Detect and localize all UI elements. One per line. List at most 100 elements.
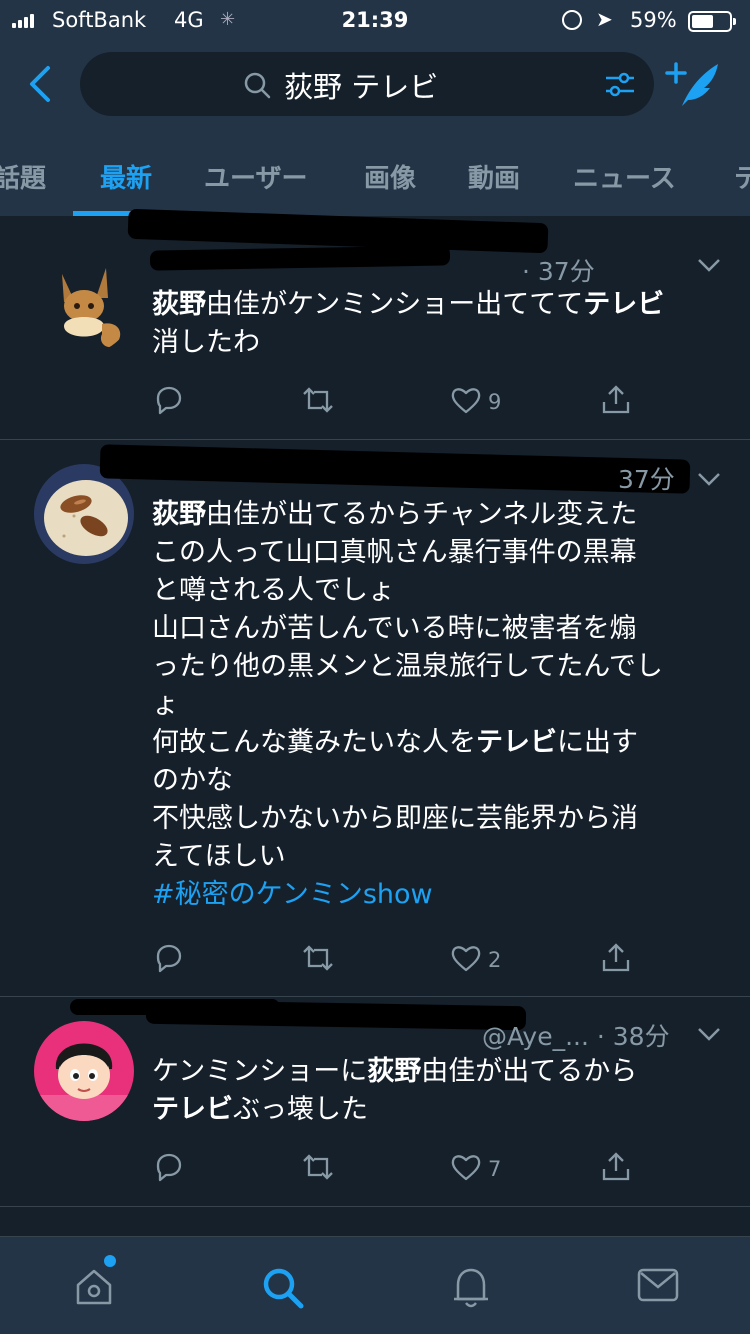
top-bar: SoftBank 4G ✳ 21:39 ➤ 59% 荻野 テレビ 話題 最新 ユ… [0, 0, 750, 216]
tab-more[interactable]: テ [734, 158, 750, 195]
search-icon [242, 70, 272, 104]
tweet-time: · 37分 [522, 257, 595, 286]
like-button[interactable]: 2 [450, 942, 501, 978]
highlighted-keyword: テレビ [476, 727, 557, 758]
tweet-line: #秘密のケンミンshow [152, 876, 727, 914]
search-icon[interactable] [260, 1265, 306, 1315]
filter-icon[interactable] [604, 70, 636, 104]
reply-icon [152, 384, 184, 420]
share-icon [600, 1151, 632, 1187]
tweet-text: 荻野由佳がケンミンショー出てててテレビ 消したわ [152, 286, 727, 362]
reply-icon [152, 1151, 184, 1187]
tweet-line: と噂される人でしょ [152, 572, 727, 610]
tweet-line: 消したわ [152, 324, 727, 362]
tweet-line: のかな [152, 762, 727, 800]
home-icon[interactable] [72, 1265, 116, 1313]
highlighted-keyword: 荻野 [152, 289, 206, 320]
tweet-text-segment: 消したわ [152, 327, 260, 358]
highlighted-keyword: 荻野 [367, 1056, 422, 1087]
location-icon: ➤ [596, 7, 613, 31]
retweet-button[interactable] [300, 384, 336, 420]
share-icon [600, 384, 632, 420]
tweet-line: 何故こんな糞みたいな人をテレビに出す [152, 724, 727, 762]
retweet-icon [300, 942, 336, 978]
tab-news[interactable]: ニュース [573, 158, 676, 195]
tweet[interactable]: · 37分 荻野由佳がケンミンショー出てててテレビ 消したわ 9 [0, 208, 750, 440]
tweet-text: 荻野由佳が出てるからチャンネル変えた この人って山口真帆さん暴行事件の黒幕 と噂され… [152, 496, 727, 914]
tweet-text-segment: のかな [152, 765, 233, 796]
redacted-name [99, 444, 691, 494]
tab-latest[interactable]: 最新 [100, 158, 152, 195]
like-button[interactable]: 7 [450, 1151, 501, 1187]
tweet-text-segment: に出す [557, 727, 638, 758]
reply-button[interactable] [152, 384, 184, 420]
tweet-text-segment: 由佳がケンミンショー出ててて [206, 289, 584, 320]
tweet-text-segment: 山口さんが苦しんでいる時に被害者を煽 [152, 613, 637, 644]
like-icon [450, 943, 482, 977]
share-button[interactable] [600, 1151, 632, 1187]
like-button[interactable]: 9 [450, 384, 501, 420]
like-count: 9 [488, 390, 502, 414]
tweet-line: 山口さんが苦しんでいる時に被害者を煽 [152, 610, 727, 648]
status-bar: SoftBank 4G ✳ 21:39 ➤ 59% [0, 0, 750, 44]
next-tweet-partial [0, 1206, 750, 1236]
share-icon [600, 942, 632, 978]
chevron-down-icon[interactable] [696, 1025, 722, 1047]
notifications-icon[interactable] [450, 1265, 492, 1315]
retweet-button[interactable] [300, 942, 336, 978]
highlighted-keyword: 荻野 [152, 499, 206, 530]
reply-icon [152, 942, 184, 978]
redacted-name [145, 999, 527, 1031]
tweet-actions: 2 [152, 942, 632, 982]
tweet-line: この人って山口真帆さん暴行事件の黒幕 [152, 534, 727, 572]
tweet-text-segment: 不快感しかないから即座に芸能界から消 [152, 803, 638, 834]
retweet-icon [300, 1151, 336, 1187]
reply-button[interactable] [152, 942, 184, 978]
messages-icon[interactable] [636, 1265, 680, 1309]
tweet-text-segment: と噂される人でしょ [152, 575, 395, 606]
rotation-lock-icon [562, 10, 582, 30]
like-icon [450, 1152, 482, 1186]
tweet-actions: 7 [152, 1151, 632, 1191]
redacted-handle [149, 245, 451, 271]
tweet-text-segment: えてほしい [152, 841, 286, 872]
tweet-actions: 9 [152, 384, 632, 424]
compose-tweet-icon[interactable] [664, 60, 724, 116]
tweet-text-segment: ょ [152, 689, 179, 720]
hashtag-link[interactable]: #秘密のケンミンshow [152, 879, 433, 910]
tab-videos[interactable]: 動画 [468, 158, 520, 195]
share-button[interactable] [600, 384, 632, 420]
like-count: 2 [488, 948, 502, 972]
like-count: 7 [488, 1157, 502, 1181]
search-query: 荻野 テレビ [284, 70, 439, 104]
battery-percent: 59% [630, 8, 677, 32]
tweet[interactable]: 37分 荻野由佳が出てるからチャンネル変えた この人って山口真帆さん暴行事件の黒幕… [0, 440, 750, 997]
tweet-line: えてほしい [152, 838, 727, 876]
avatar[interactable] [34, 254, 134, 354]
tweet-text-segment: 由佳が出てるからチャンネル変えた [206, 499, 638, 530]
chevron-down-icon[interactable] [696, 470, 722, 492]
tweet-time: @Aye_... · 38分 [482, 1022, 670, 1051]
tweet-line: テレビぶっ壊した [152, 1091, 727, 1129]
tab-top[interactable]: 話題 [0, 158, 46, 195]
search-input[interactable]: 荻野 テレビ [80, 52, 654, 116]
tab-images[interactable]: 画像 [364, 158, 416, 195]
tab-users[interactable]: ユーザー [204, 158, 307, 195]
tweet-line: 荻野由佳が出てるからチャンネル変えた [152, 496, 727, 534]
tweet-text: ケンミンショーに荻野由佳が出てるから テレビぶっ壊した [152, 1053, 727, 1129]
avatar[interactable] [34, 1021, 134, 1121]
highlighted-keyword: テレビ [152, 1094, 233, 1125]
avatar[interactable] [34, 464, 134, 564]
tweet-line: ケンミンショーに荻野由佳が出てるから [152, 1053, 727, 1091]
tweet[interactable]: @Aye_... · 38分 ケンミンショーに荻野由佳が出てるから テレビぶっ壊し… [0, 997, 750, 1207]
retweet-button[interactable] [300, 1151, 336, 1187]
back-icon[interactable] [22, 62, 62, 106]
reply-button[interactable] [152, 1151, 184, 1187]
retweet-icon [300, 384, 336, 420]
tweet-time: 37分 [618, 465, 675, 494]
bottom-nav [0, 1236, 750, 1334]
tweet-text-segment: 何故こんな糞みたいな人を [152, 727, 476, 758]
share-button[interactable] [600, 942, 632, 978]
chevron-down-icon[interactable] [696, 256, 722, 278]
search-tabs: 話題 最新 ユーザー 画像 動画 ニュース テ [0, 146, 750, 216]
